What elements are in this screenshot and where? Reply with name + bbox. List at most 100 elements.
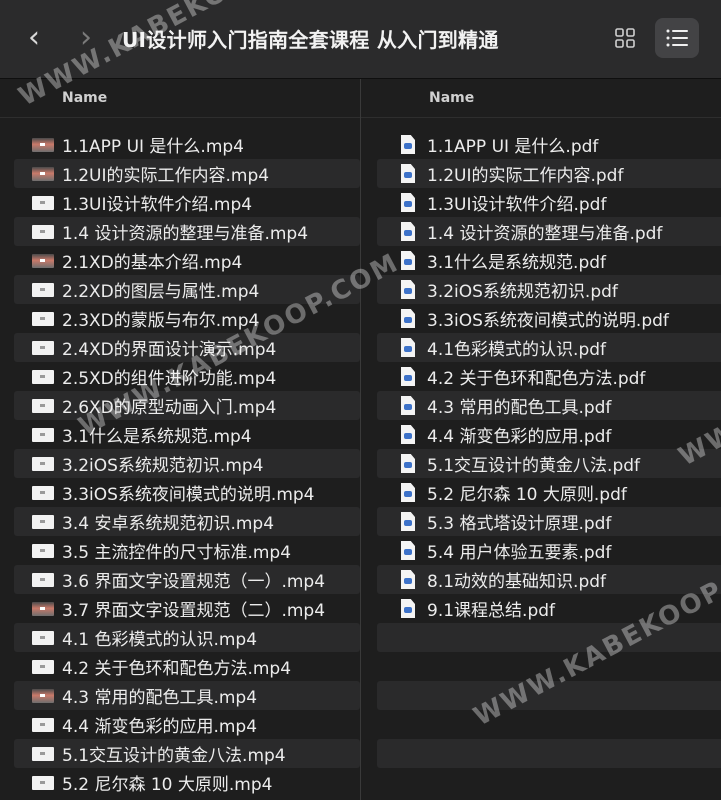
video-file-icon — [32, 659, 54, 674]
file-row[interactable]: 4.1 色彩模式的认识.mp4 — [14, 623, 360, 652]
file-row[interactable]: 3.5 主流控件的尺寸标准.mp4 — [14, 536, 360, 565]
file-name: 8.1动效的基础知识.pdf — [427, 572, 607, 592]
video-file-icon — [32, 340, 54, 355]
file-row[interactable]: 1.3UI设计软件介绍.pdf — [377, 188, 721, 217]
file-row[interactable]: 8.1动效的基础知识.pdf — [377, 565, 721, 594]
video-file-icon — [32, 311, 54, 326]
empty-row — [377, 739, 721, 768]
video-file-icon — [32, 746, 54, 761]
pdf-file-icon — [401, 483, 415, 502]
file-name: 5.2 尼尔森 10 大原则.mp4 — [62, 775, 273, 795]
file-row[interactable]: 1.4 设计资源的整理与准备.mp4 — [14, 217, 360, 246]
file-row[interactable]: 5.4 用户体验五要素.pdf — [377, 536, 721, 565]
file-name: 1.2UI的实际工作内容.pdf — [427, 166, 624, 186]
video-file-icon — [32, 427, 54, 442]
file-row[interactable]: 5.2 尼尔森 10 大原则.pdf — [377, 478, 721, 507]
file-row[interactable]: 3.2iOS系统规范初识.pdf — [377, 275, 721, 304]
pdf-file-icon — [401, 309, 415, 328]
list-view-button[interactable] — [655, 18, 699, 58]
file-name: 3.1什么是系统规范.pdf — [427, 253, 607, 273]
file-name: 3.2iOS系统规范初识.pdf — [427, 282, 618, 302]
chevron-right-icon: › — [80, 20, 92, 55]
file-row[interactable]: 4.2 关于色环和配色方法.pdf — [377, 362, 721, 391]
pdf-file-icon — [401, 251, 415, 270]
file-row[interactable]: 3.1什么是系统规范.mp4 — [14, 420, 360, 449]
file-row[interactable]: 5.1交互设计的黄金八法.pdf — [377, 449, 721, 478]
file-row[interactable]: 1.2UI的实际工作内容.pdf — [377, 159, 721, 188]
pdf-file-icon — [401, 599, 415, 618]
pdf-file-icon — [401, 454, 415, 473]
file-row[interactable]: 2.5XD的组件进阶功能.mp4 — [14, 362, 360, 391]
file-row[interactable]: 4.3 常用的配色工具.pdf — [377, 391, 721, 420]
file-row[interactable]: 4.1色彩模式的认识.pdf — [377, 333, 721, 362]
video-file-icon — [32, 224, 54, 239]
file-name: 4.4 渐变色彩的应用.mp4 — [62, 717, 258, 737]
file-name: 1.4 设计资源的整理与准备.mp4 — [62, 224, 309, 244]
pdf-file-icon — [401, 164, 415, 183]
video-thumbnail-icon — [32, 137, 54, 152]
video-file-icon — [32, 514, 54, 529]
video-file-icon — [32, 543, 54, 558]
file-row[interactable]: 4.2 关于色环和配色方法.mp4 — [14, 652, 360, 681]
file-name: 3.7 界面文字设置规范（二）.mp4 — [62, 601, 326, 621]
file-name: 3.6 界面文字设置规范（一）.mp4 — [62, 572, 326, 592]
name-column-header[interactable]: Name — [0, 79, 360, 118]
file-row[interactable]: 1.1APP UI 是什么.pdf — [377, 130, 721, 159]
file-row[interactable]: 3.2iOS系统规范初识.mp4 — [14, 449, 360, 478]
file-row[interactable]: 3.6 界面文字设置规范（一）.mp4 — [14, 565, 360, 594]
video-file-icon — [32, 282, 54, 297]
file-name: 2.5XD的组件进阶功能.mp4 — [62, 369, 277, 389]
left-file-pane[interactable]: Name 1.1APP UI 是什么.mp4 1.2UI的实际工作内容.mp4 1.… — [0, 79, 361, 800]
file-row[interactable]: 3.3iOS系统夜间模式的说明.pdf — [377, 304, 721, 333]
file-row[interactable]: 3.4 安卓系统规范初识.mp4 — [14, 507, 360, 536]
name-column-header[interactable]: Name — [361, 79, 721, 118]
file-row[interactable]: 2.3XD的蒙版与布尔.mp4 — [14, 304, 360, 333]
file-row[interactable]: 2.2XD的图层与属性.mp4 — [14, 275, 360, 304]
file-row[interactable]: 1.4 设计资源的整理与准备.pdf — [377, 217, 721, 246]
empty-row — [377, 652, 721, 681]
pdf-file-icon — [401, 280, 415, 299]
file-name: 4.3 常用的配色工具.pdf — [427, 398, 612, 418]
file-row[interactable]: 4.4 渐变色彩的应用.mp4 — [14, 710, 360, 739]
file-row[interactable]: 4.4 渐变色彩的应用.pdf — [377, 420, 721, 449]
file-name: 3.1什么是系统规范.mp4 — [62, 427, 252, 447]
grid-view-icon — [615, 28, 635, 48]
file-name: 4.4 渐变色彩的应用.pdf — [427, 427, 612, 447]
video-file-icon — [32, 195, 54, 210]
file-row[interactable]: 4.3 常用的配色工具.mp4 — [14, 681, 360, 710]
file-row[interactable]: 9.1课程总结.pdf — [377, 594, 721, 623]
file-name: 3.4 安卓系统规范初识.mp4 — [62, 514, 275, 534]
file-name: 2.2XD的图层与属性.mp4 — [62, 282, 260, 302]
file-row[interactable]: 1.1APP UI 是什么.mp4 — [14, 130, 360, 159]
file-row[interactable]: 3.7 界面文字设置规范（二）.mp4 — [14, 594, 360, 623]
pdf-file-icon — [401, 541, 415, 560]
file-name: 2.4XD的界面设计演示.mp4 — [62, 340, 277, 360]
file-row[interactable]: 3.3iOS系统夜间模式的说明.mp4 — [14, 478, 360, 507]
file-row[interactable]: 1.2UI的实际工作内容.mp4 — [14, 159, 360, 188]
right-file-pane[interactable]: Name 1.1APP UI 是什么.pdf 1.2UI的实际工作内容.pdf 1.… — [361, 79, 721, 800]
file-name: 9.1课程总结.pdf — [427, 601, 556, 621]
file-row[interactable]: 5.3 格式塔设计原理.pdf — [377, 507, 721, 536]
back-button[interactable]: ‹ — [16, 20, 52, 56]
file-row[interactable]: 2.4XD的界面设计演示.mp4 — [14, 333, 360, 362]
file-row[interactable]: 3.1什么是系统规范.pdf — [377, 246, 721, 275]
file-row[interactable]: 5.1交互设计的黄金八法.mp4 — [14, 739, 360, 768]
file-name: 1.1APP UI 是什么.pdf — [427, 137, 599, 157]
forward-button[interactable]: › — [68, 20, 104, 56]
window-title: UI设计师入门指南全套课程 从入门到精通 — [122, 28, 499, 52]
video-thumbnail-icon — [32, 166, 54, 181]
video-file-icon — [32, 630, 54, 645]
pdf-file-icon — [401, 135, 415, 154]
empty-row — [377, 623, 721, 652]
pdf-file-icon — [401, 570, 415, 589]
video-thumbnail-icon — [32, 601, 54, 616]
file-name: 5.4 用户体验五要素.pdf — [427, 543, 612, 563]
file-row[interactable]: 1.3UI设计软件介绍.mp4 — [14, 188, 360, 217]
file-row[interactable]: 2.6XD的原型动画入门.mp4 — [14, 391, 360, 420]
file-row[interactable]: 5.2 尼尔森 10 大原则.mp4 — [14, 768, 360, 797]
file-list: 1.1APP UI 是什么.pdf 1.2UI的实际工作内容.pdf 1.3UI设计… — [361, 118, 721, 797]
file-name: 4.3 常用的配色工具.mp4 — [62, 688, 258, 708]
pdf-file-icon — [401, 193, 415, 212]
grid-view-button[interactable] — [603, 18, 647, 58]
file-row[interactable]: 2.1XD的基本介绍.mp4 — [14, 246, 360, 275]
